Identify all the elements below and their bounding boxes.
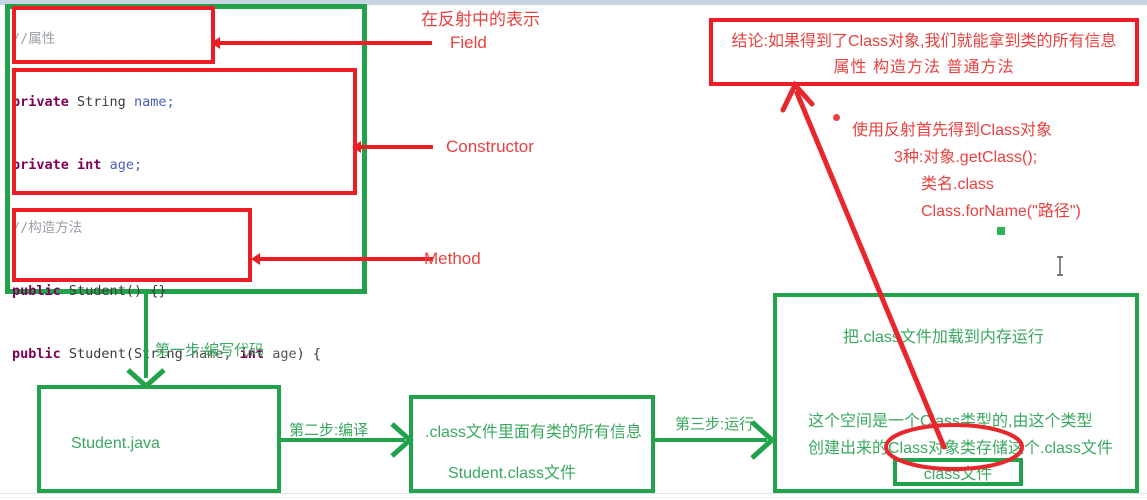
flow-box-memory-line-2: 这个空间是一个Class类型的,由这个类型 (808, 413, 1093, 430)
highlight-box-constructor (12, 68, 357, 195)
label-field: Field (450, 33, 487, 52)
label-constructor: Constructor (446, 137, 534, 156)
note-reflection-line-1: 使用反射首先得到Class对象 (852, 122, 1053, 139)
bottom-divider-secondary (0, 497, 1147, 498)
ctor-open-brace: ) { (296, 346, 321, 362)
flow-box-memory-tag: class文件 (893, 458, 1023, 486)
annotation-dot-red (833, 114, 840, 121)
leader-line-constructor (357, 145, 433, 149)
leader-arrow-method-icon (251, 253, 260, 265)
annotation-dot-green (997, 227, 1005, 235)
text-cursor-ibeam-icon (1057, 256, 1063, 276)
heading-reflection-representation: 在反射中的表示 (421, 10, 540, 29)
note-reflection-line-2: 3种:对象.getClass(); (894, 149, 1038, 166)
flow-label-step1: 第一步:编写代码 (155, 342, 265, 359)
ctor-nullary: Student() {} (68, 283, 167, 299)
ctor-name: Student( (68, 346, 134, 362)
note-reflection-line-3: 类名.class (921, 176, 994, 193)
flow-label-step3: 第三步:运行 (675, 416, 755, 433)
flow-box-memory-line-3: 创建出来的Class对象类存储这个.class文件 (808, 440, 1113, 457)
conclusion-line-1: 结论:如果得到了Class对象,我们就能拿到类的所有信息 (731, 33, 1117, 50)
flow-line-step1 (144, 294, 148, 378)
kw-public-1: public (12, 283, 61, 299)
bottom-divider (0, 493, 1147, 494)
flow-box-class-line-2: Student.class文件 (448, 465, 577, 482)
highlight-box-field (12, 6, 215, 64)
conclusion-box: 结论:如果得到了Class对象,我们就能拿到类的所有信息 属性 构造方法 普通方… (709, 18, 1139, 86)
param-age: age (272, 346, 297, 362)
flow-label-step2: 第二步:编译 (289, 422, 369, 439)
leader-line-field (216, 41, 432, 45)
highlight-box-method (12, 208, 252, 282)
flow-box-memory-tag-label: class文件 (923, 466, 993, 483)
flow-box-memory-line-1: 把.class文件加载到内存运行 (843, 329, 1044, 346)
note-reflection-line-4: Class.forName("路径") (921, 203, 1081, 220)
flow-box-class-file: .class文件里面有类的所有信息 Student.class文件 (409, 395, 655, 493)
leader-arrow-constructor-icon (352, 141, 361, 153)
leader-line-method (256, 257, 433, 261)
flow-box-class-line-1: .class文件里面有类的所有信息 (425, 424, 642, 441)
kw-public-2: public (12, 346, 61, 362)
flow-box-source-file: Student.java (37, 385, 281, 493)
label-method: Method (424, 249, 481, 268)
flow-box-source-label: Student.java (71, 435, 160, 452)
leader-arrow-field-icon (211, 37, 220, 49)
flow-line-step3 (655, 438, 767, 442)
conclusion-line-2: 属性 构造方法 普通方法 (833, 59, 1015, 76)
diagram-canvas: //属性 private String name; private int ag… (0, 0, 1147, 500)
